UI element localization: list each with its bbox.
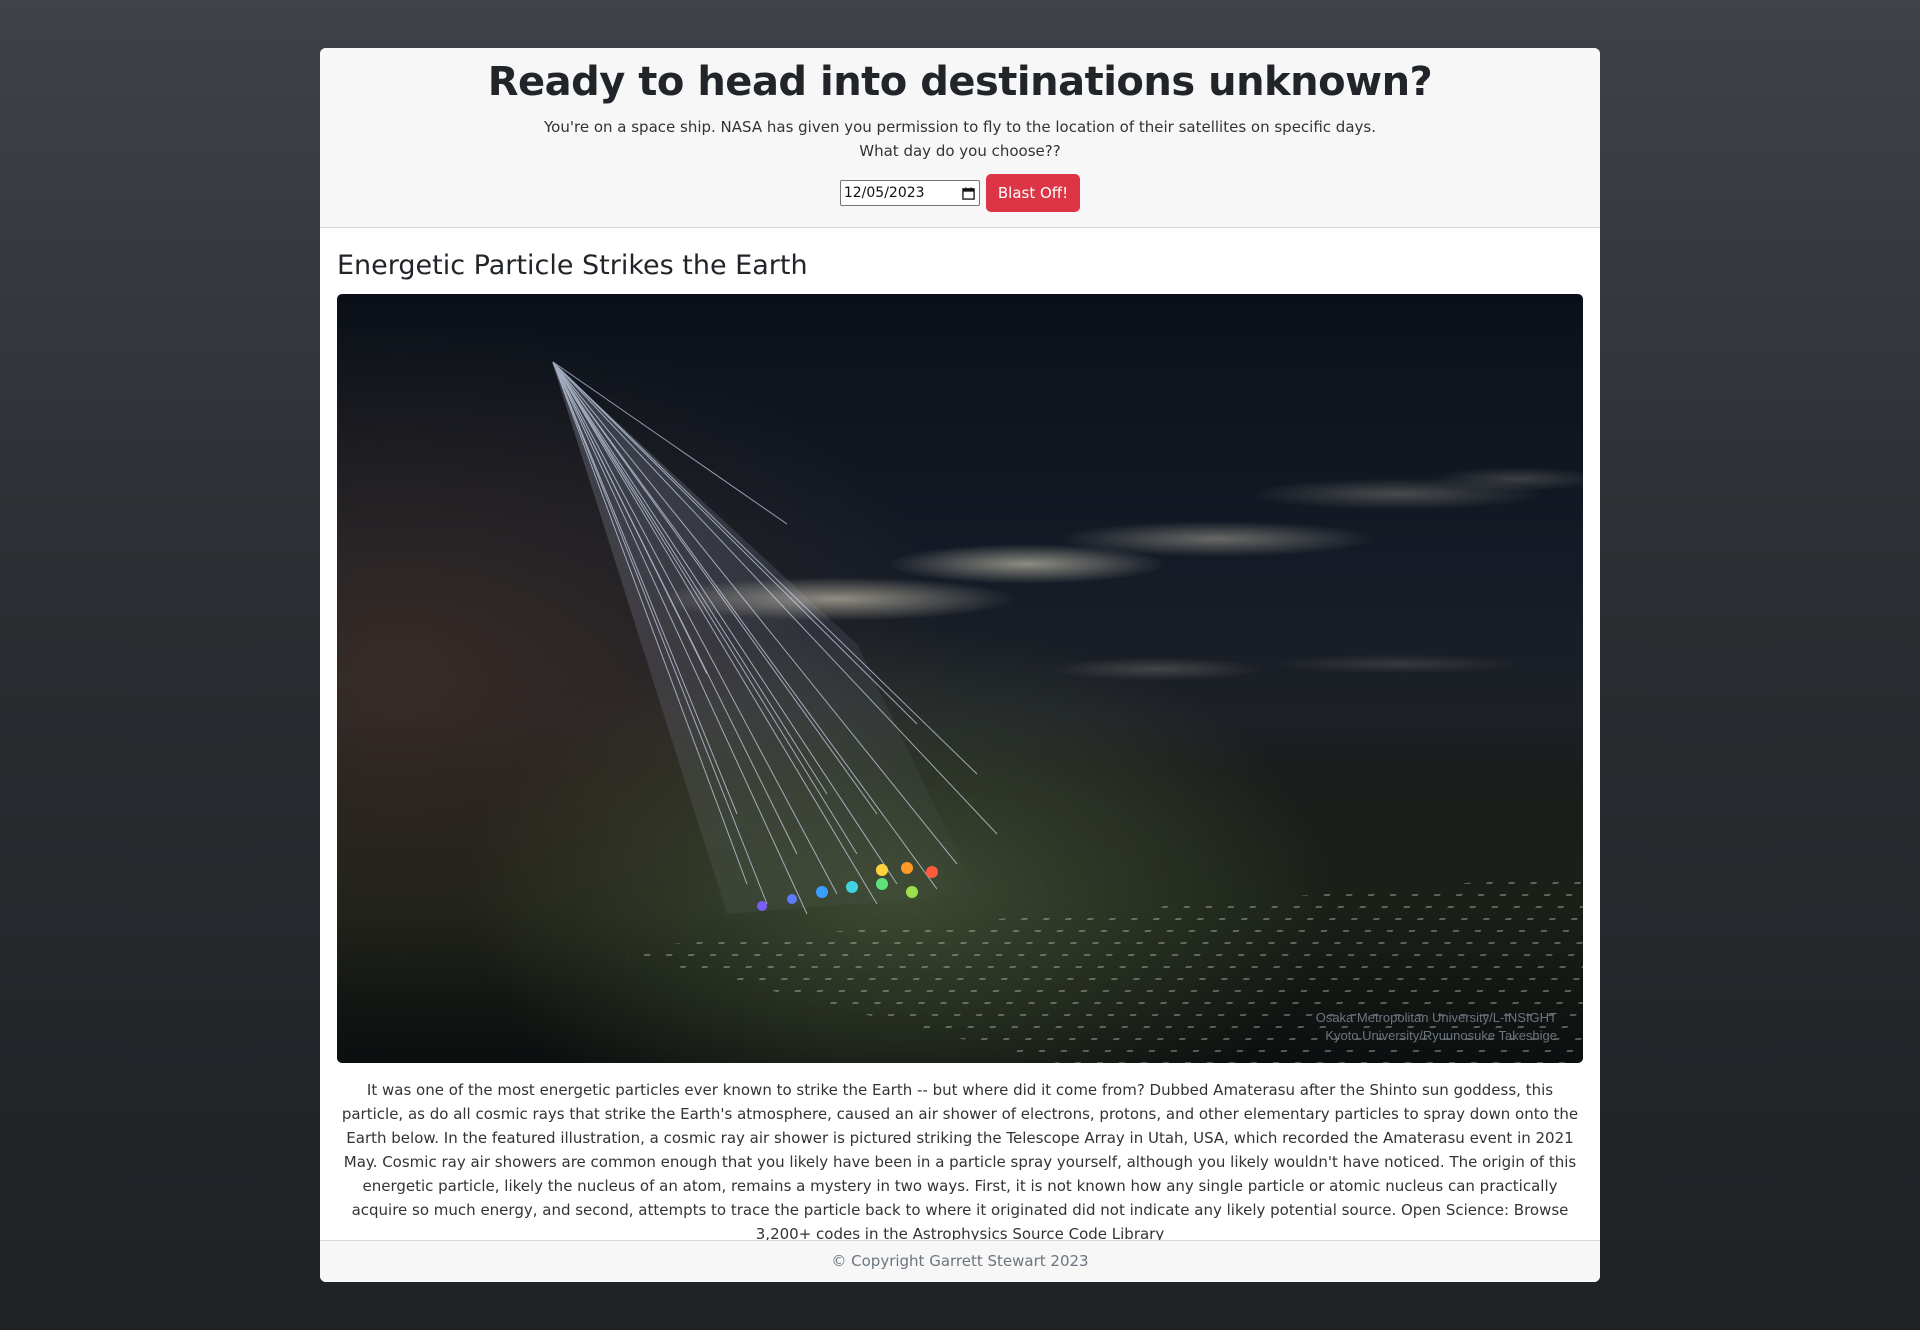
card-body: Energetic Particle Strikes the Earth Osa… [320,228,1600,1243]
apod-explanation: It was one of the most energetic particl… [341,1081,1579,1243]
intro-text: You're on a space ship. NASA has given y… [320,115,1600,163]
date-value: 12/05/2023 [843,185,925,201]
copyright-text: © Copyright Garrett Stewart 2023 [831,1252,1089,1270]
apod-title: Energetic Particle Strikes the Earth [337,250,808,281]
intro-line-1: You're on a space ship. NASA has given y… [544,118,1376,136]
date-form: 12/05/2023 Blast Off! [320,174,1600,212]
intro-line-2: What day do you choose?? [859,142,1061,160]
main-card: Ready to head into destinations unknown?… [320,48,1600,1282]
card-header: Ready to head into destinations unknown?… [320,48,1600,228]
page-title: Ready to head into destinations unknown? [487,59,1433,105]
blast-off-button[interactable]: Blast Off! [985,174,1081,212]
apod-image: Osaka Metropolitan University/L-INSIGHT … [337,294,1583,1063]
footer: © Copyright Garrett Stewart 2023 [320,1240,1600,1282]
image-credit-line-2: Kyoto University/Ryuunosuke Takeshige [1325,1028,1557,1043]
image-credit-line-1: Osaka Metropolitan University/L-INSIGHT [1316,1010,1557,1025]
date-input[interactable]: 12/05/2023 [839,180,980,206]
calendar-icon[interactable] [962,186,975,200]
